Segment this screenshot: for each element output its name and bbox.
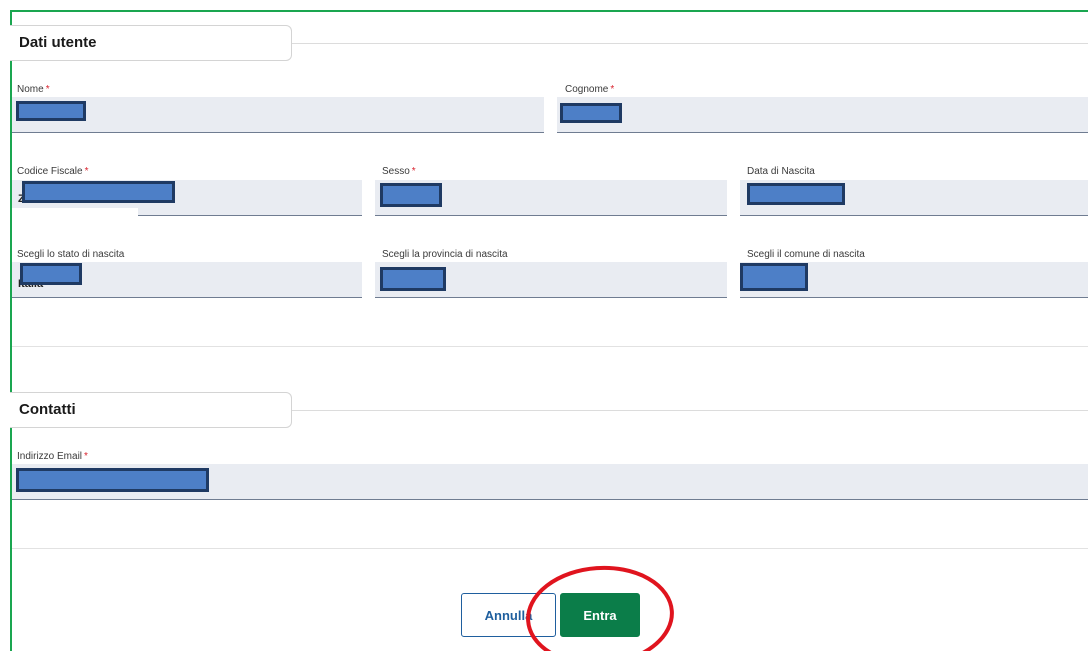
divider xyxy=(12,346,1088,347)
redaction-box xyxy=(740,263,808,291)
section-header-user-data: Dati utente xyxy=(10,25,292,61)
enter-button[interactable]: Entra xyxy=(560,593,640,637)
comune-nascita-select[interactable] xyxy=(740,262,1088,298)
redaction-box xyxy=(16,101,86,121)
section-divider xyxy=(292,43,1088,44)
section-header-contacts: Contatti xyxy=(10,392,292,428)
cancel-button[interactable]: Annulla xyxy=(461,593,556,637)
comune-nascita-label: Scegli il comune di nascita xyxy=(747,249,865,260)
section-divider xyxy=(292,410,1088,411)
section-title-contacts: Contatti xyxy=(19,401,76,418)
enter-button-label: Entra xyxy=(583,607,617,623)
cognome-label: Cognome * xyxy=(565,84,615,95)
section-title-user-data: Dati utente xyxy=(19,34,97,51)
nome-label: Nome * xyxy=(17,84,50,95)
email-input[interactable] xyxy=(12,464,1088,500)
provincia-nascita-label: Scegli la provincia di nascita xyxy=(382,249,508,260)
data-nascita-input[interactable] xyxy=(740,180,1088,216)
stato-nascita-label: Scegli lo stato di nascita xyxy=(17,249,125,260)
redaction-box xyxy=(22,181,175,203)
divider xyxy=(12,548,1088,549)
sesso-label: Sesso * xyxy=(382,166,416,177)
cancel-button-label: Annulla xyxy=(484,607,533,623)
nome-input[interactable] xyxy=(12,97,544,133)
sesso-select[interactable] xyxy=(375,180,727,216)
stato-nascita-select[interactable]: Italia xyxy=(12,262,362,298)
data-nascita-label: Data di Nascita xyxy=(747,166,815,177)
redaction-patch xyxy=(12,208,138,218)
redaction-box xyxy=(16,468,209,492)
redaction-box xyxy=(747,183,845,205)
redaction-box xyxy=(380,267,446,291)
redaction-box xyxy=(560,103,622,123)
frame-top-border xyxy=(10,10,1088,12)
redaction-box xyxy=(380,183,442,207)
provincia-nascita-select[interactable] xyxy=(375,262,727,298)
cognome-input[interactable] xyxy=(557,97,1088,133)
codice-fiscale-label: Codice Fiscale * xyxy=(17,166,89,177)
redaction-box xyxy=(20,263,82,285)
email-label: Indirizzo Email * xyxy=(17,451,88,462)
